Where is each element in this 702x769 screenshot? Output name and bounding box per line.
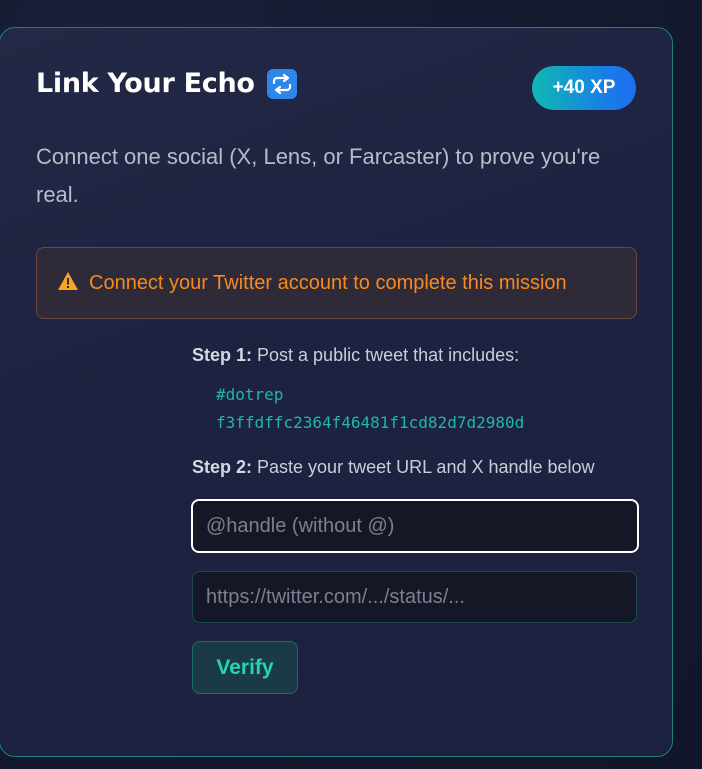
warning-text: Connect your Twitter account to complete… [89,271,567,294]
verify-button[interactable]: Verify [192,641,298,694]
xp-badge: +40 XP [532,66,636,110]
card-description: Connect one social (X, Lens, or Farcaste… [36,144,601,207]
tweet-url-input-placeholder: https://twitter.com/.../status/... [206,585,465,608]
tweet-code-block: #dotrep f3ffdffc2364f46481f1cd82d7d2980d [216,381,642,437]
tweet-hashtag: #dotrep [216,385,284,404]
warning-banner: Connect your Twitter account to complete… [36,247,637,319]
step-1-label: Step 1: [192,345,253,365]
step-1-text: Post a public tweet that includes: [252,345,520,365]
handle-input[interactable]: @handle (without @) [191,499,639,553]
tweet-url-input[interactable]: https://twitter.com/.../status/... [192,571,637,623]
repeat-icon [266,68,297,99]
tweet-verification-code: f3ffdffc2364f46481f1cd82d7d2980d [216,413,525,432]
warning-icon [57,271,79,296]
step-1-instruction: Step 1: Post a public tweet that include… [192,343,642,367]
step-1: Step 1: Post a public tweet that include… [192,343,642,437]
page: Link Your Echo +40 XP Connect one social… [0,0,702,769]
handle-input-placeholder: @handle (without @) [206,514,395,537]
card-title: Link Your Echo [36,68,255,99]
step-2-instruction: Step 2: Paste your tweet URL and X handl… [192,455,595,479]
step-2-text: Paste your tweet URL and X handle below [252,457,595,477]
card-header: Link Your Echo [36,68,297,99]
step-2-label: Step 2: [192,457,253,477]
